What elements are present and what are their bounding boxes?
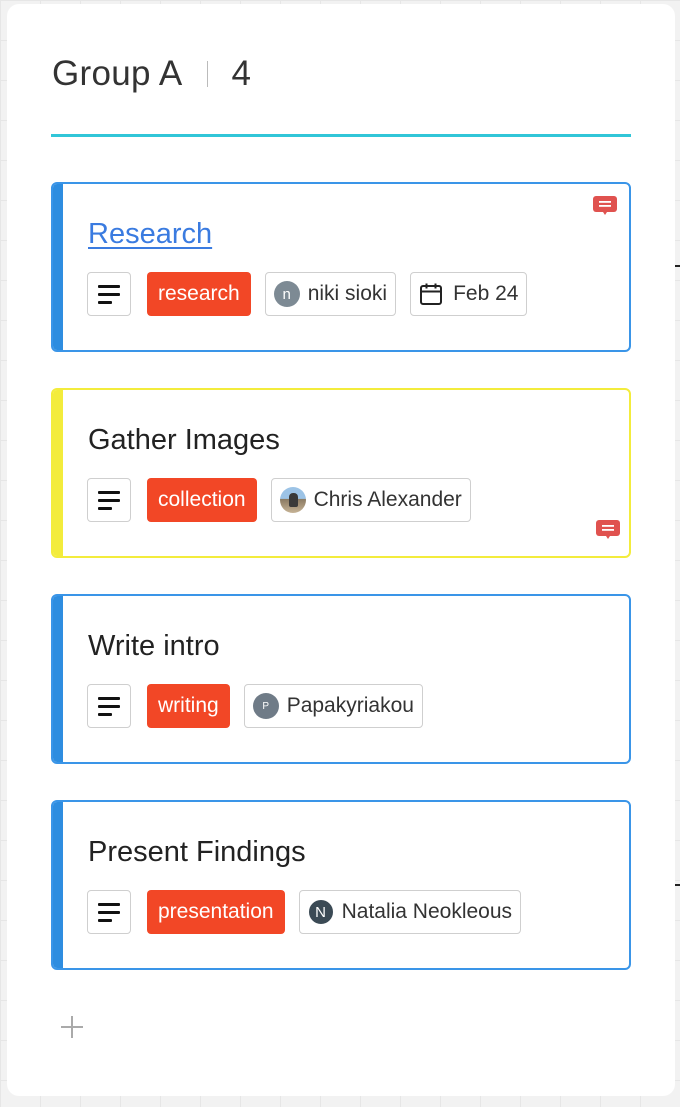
card-research[interactable]: Research research n niki sioki Feb 24 [51, 182, 631, 352]
assignee-name: Chris Alexander [313, 488, 462, 511]
group-count: 4 [231, 54, 251, 93]
comment-icon[interactable] [593, 196, 617, 216]
group-title[interactable]: Group A [52, 54, 183, 94]
card-tags: presentation N Natalia Neokleous [87, 890, 535, 934]
card-color-stripe [53, 802, 63, 968]
assignee-chip[interactable]: n niki sioki [264, 272, 397, 316]
label-tag[interactable]: presentation [147, 890, 285, 934]
header-divider [206, 61, 208, 87]
card-write-intro[interactable]: Write intro writing P Papakyriakou [51, 594, 631, 764]
avatar [279, 487, 306, 513]
card-tags: collection Chris Alexander [87, 478, 485, 522]
group-accent-rule [51, 134, 631, 137]
avatar: n [273, 281, 300, 307]
assignee-name: Natalia Neokleous [341, 900, 513, 923]
card-color-stripe [53, 184, 63, 350]
card-present-findings[interactable]: Present Findings presentation N Natalia … [51, 800, 631, 970]
card-title[interactable]: Gather Images [88, 424, 280, 457]
description-icon[interactable] [87, 272, 131, 316]
group-column: Group A 4 Research research n niki sioki [7, 4, 675, 1096]
description-icon[interactable] [87, 890, 131, 934]
card-color-stripe [53, 596, 63, 762]
description-icon[interactable] [87, 684, 131, 728]
group-header: Group A 4 [52, 54, 251, 94]
calendar-icon [420, 283, 443, 305]
card-color-stripe [53, 390, 63, 556]
due-date-chip[interactable]: Feb 24 [410, 272, 528, 316]
label-tag[interactable]: research [147, 272, 251, 316]
due-date: Feb 24 [453, 282, 519, 305]
avatar: P [252, 693, 279, 719]
avatar: N [307, 899, 334, 925]
assignee-name: Papakyriakou [286, 694, 414, 717]
comment-icon[interactable] [596, 520, 620, 540]
description-icon[interactable] [87, 478, 131, 522]
card-title[interactable]: Research [88, 218, 212, 251]
assignee-chip[interactable]: N Natalia Neokleous [298, 890, 522, 934]
assignee-chip[interactable]: Chris Alexander [270, 478, 471, 522]
card-title[interactable]: Present Findings [88, 836, 306, 869]
assignee-chip[interactable]: P Papakyriakou [243, 684, 423, 728]
label-tag[interactable]: collection [147, 478, 257, 522]
assignee-name: niki sioki [307, 282, 388, 305]
card-tags: writing P Papakyriakou [87, 684, 437, 728]
plus-icon[interactable] [57, 1012, 87, 1042]
card-tags: research n niki sioki Feb 24 [87, 272, 541, 316]
card-gather-images[interactable]: Gather Images collection Chris Alexander [51, 388, 631, 558]
label-tag[interactable]: writing [147, 684, 230, 728]
card-title[interactable]: Write intro [88, 630, 220, 663]
